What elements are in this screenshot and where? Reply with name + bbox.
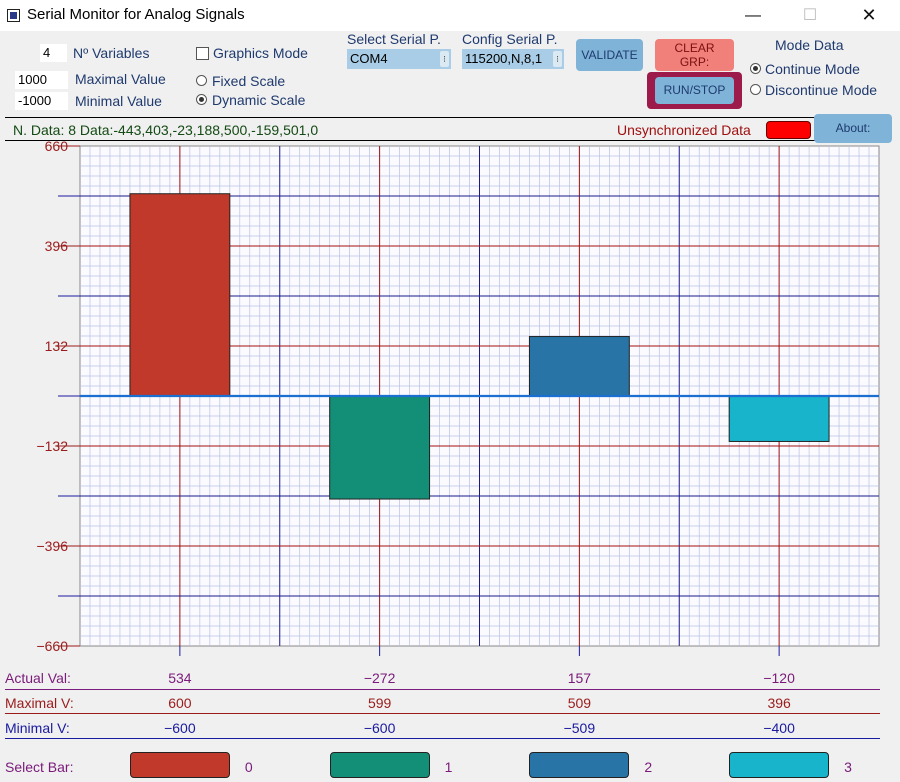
maximal-v-cell: 396 [767, 695, 791, 711]
select-bar-button-2[interactable] [529, 752, 630, 778]
maximize-button[interactable]: ☐ [787, 0, 833, 31]
unsync-label: Unsynchronized Data [617, 122, 751, 138]
select-bar-id: 2 [644, 759, 653, 775]
bar-chart: 660 396 132 −132 −396 −660 [36, 140, 880, 656]
dynamic-scale-label: Dynamic Scale [212, 92, 306, 108]
graphics-mode-checkbox[interactable] [196, 47, 209, 60]
actual-val-cell: 534 [168, 670, 192, 686]
select-bar-button-3[interactable] [729, 752, 830, 778]
bar-3 [728, 395, 830, 442]
y-tick-label: −660 [36, 638, 68, 654]
serial-port-label: Select Serial P. [347, 31, 441, 47]
validate-button[interactable]: VALIDATE [576, 39, 643, 71]
config-serial-label: Config Serial P. [462, 31, 558, 47]
min-value-label: Minimal Value [75, 93, 162, 109]
minimal-v-cell: −600 [363, 720, 396, 736]
window-title: Serial Monitor for Analog Signals [27, 6, 245, 23]
discontinue-mode-label: Discontinue Mode [765, 82, 878, 98]
serial-port-select[interactable]: COM4 ⁝ [347, 49, 451, 69]
actual-val-cell: −272 [363, 670, 396, 686]
minimal-v-cell: −600 [164, 720, 196, 736]
app-icon [7, 9, 20, 22]
y-tick-label: −132 [36, 438, 68, 454]
select-bar-button-0[interactable] [129, 752, 230, 778]
actual-val-cell: −120 [763, 670, 795, 686]
bar-1 [329, 395, 431, 500]
actual-val-cell: 157 [567, 670, 592, 686]
bar-2 [528, 336, 630, 397]
max-value-input[interactable]: 1000 [15, 71, 68, 89]
config-serial-value: 115200,N,8,1 [465, 51, 543, 66]
data-readout: N. Data: 8 Data:-443,403,-23,188,500,-15… [13, 122, 319, 138]
chevron-down-icon: ⁝ [553, 51, 562, 67]
minimize-button[interactable]: — [730, 0, 776, 31]
unsync-indicator [766, 121, 811, 139]
row-divider [5, 689, 880, 690]
min-value-input[interactable]: -1000 [15, 92, 68, 110]
maximal-v-cell: 600 [168, 695, 192, 711]
serial-port-value: COM4 [350, 51, 388, 66]
y-tick-label: 132 [45, 338, 69, 354]
bar-0 [129, 193, 231, 397]
dynamic-scale-radio[interactable] [196, 94, 207, 105]
chevron-down-icon: ⁝ [440, 51, 449, 67]
select-bar-label: Select Bar: [5, 759, 74, 775]
y-tick-label: −396 [36, 538, 68, 554]
graphics-mode-label: Graphics Mode [213, 45, 308, 61]
max-value-label: Maximal Value [75, 71, 166, 87]
grp-label: GRP: [679, 55, 710, 69]
y-tick-label: 660 [45, 140, 69, 154]
n-variables-label: Nº Variables [73, 45, 150, 61]
row-divider [5, 713, 880, 714]
run-stop-button[interactable]: RUN/STOP [655, 77, 734, 104]
continue-mode-radio[interactable] [750, 63, 761, 74]
select-bar-id: 3 [844, 759, 852, 775]
fixed-scale-label: Fixed Scale [212, 73, 286, 89]
select-bar-button-1[interactable] [329, 752, 430, 778]
clear-graph-button[interactable]: CLEAR GRP: [655, 39, 734, 71]
config-serial-select[interactable]: 115200,N,8,1 ⁝ [462, 49, 564, 69]
actual-val-label: Actual Val: [5, 670, 71, 686]
close-button[interactable]: ✕ [846, 0, 892, 31]
y-tick-label: 396 [45, 238, 69, 254]
discontinue-mode-radio[interactable] [750, 84, 761, 95]
maximal-v-label: Maximal V: [5, 695, 74, 711]
row-divider [5, 738, 880, 739]
fixed-scale-radio[interactable] [196, 75, 207, 86]
clear-label: CLEAR [674, 41, 715, 55]
select-bar-id: 1 [444, 759, 453, 775]
minimal-v-cell: −400 [763, 720, 795, 736]
maximal-v-cell: 599 [367, 695, 392, 711]
continue-mode-label: Continue Mode [765, 61, 860, 77]
mode-data-label: Mode Data [775, 37, 844, 53]
select-bar-id: 0 [244, 759, 253, 775]
maximal-v-cell: 509 [567, 695, 592, 711]
minimal-v-cell: −509 [563, 720, 596, 736]
about-button[interactable]: About: [814, 114, 892, 143]
minimal-v-label: Minimal V: [5, 720, 70, 736]
n-variables-input[interactable]: 4 [40, 44, 67, 62]
